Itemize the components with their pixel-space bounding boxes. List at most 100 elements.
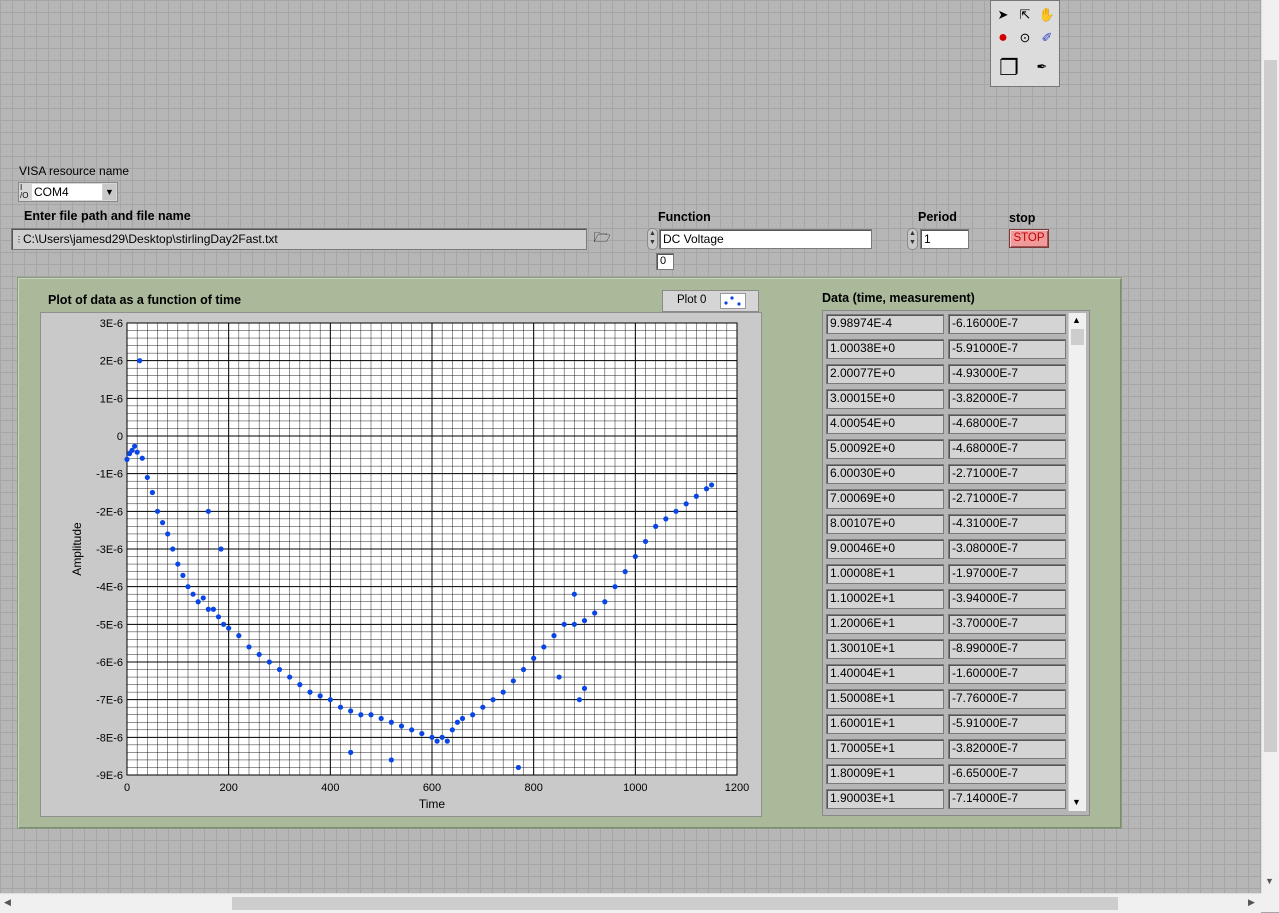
function-spinner[interactable]: ▲ ▼: [647, 228, 658, 250]
y-tick-label: 0: [117, 431, 123, 443]
horizontal-scroll-thumb[interactable]: [232, 897, 1118, 910]
waveform-chart: 0 200 400 600 800 1000 1200 3E-6 2E-6 1E-6 0 -1E-6 -…: [40, 312, 762, 817]
table-cell-time[interactable]: 1.00008E+1: [826, 564, 944, 584]
table-cell-time[interactable]: 1.80009E+1: [826, 764, 944, 784]
operate-icon[interactable]: ➤: [993, 5, 1013, 25]
table-cell-time[interactable]: 1.40004E+1: [826, 664, 944, 684]
breakpoint-icon[interactable]: ●: [993, 28, 1013, 48]
scroll-right-arrow-icon[interactable]: ▶: [1248, 897, 1255, 908]
table-cell-measurement[interactable]: -6.16000E-7: [948, 314, 1066, 334]
filepath-input[interactable]: ⋮C:\Users\jamesd29\Desktop\stirlingDay2F…: [11, 228, 587, 250]
table-cell-time[interactable]: 6.00030E+0: [826, 464, 944, 484]
function-index: 0: [656, 253, 674, 270]
table-cell-measurement[interactable]: -4.68000E-7: [948, 414, 1066, 434]
x-axis-label: Time: [419, 797, 446, 811]
scroll-left-arrow-icon[interactable]: ◀: [4, 897, 11, 908]
table-cell-time[interactable]: 8.00107E+0: [826, 514, 944, 534]
stop-button[interactable]: STOP: [1009, 229, 1049, 248]
table-cell-time[interactable]: 1.20006E+1: [826, 614, 944, 634]
horizontal-scrollbar[interactable]: ◀ ▶: [0, 893, 1261, 913]
table-cell-measurement[interactable]: -8.99000E-7: [948, 639, 1066, 659]
data-point: [388, 757, 394, 763]
table-cell-measurement[interactable]: -7.14000E-7: [948, 789, 1066, 809]
table-cell-measurement[interactable]: -7.76000E-7: [948, 689, 1066, 709]
dropdown-arrow-icon[interactable]: ▼: [103, 184, 116, 200]
data-point: [368, 712, 374, 718]
stop-label: stop: [1009, 211, 1036, 225]
table-cell-measurement[interactable]: -2.71000E-7: [948, 489, 1066, 509]
vertical-scroll-thumb[interactable]: [1264, 60, 1277, 752]
scroll-up-icon[interactable]: ▲: [1072, 315, 1081, 325]
table-cell-time[interactable]: 1.30010E+1: [826, 639, 944, 659]
table-cell-time[interactable]: 1.50008E+1: [826, 689, 944, 709]
data-point: [317, 693, 323, 699]
table-cell-measurement[interactable]: -4.31000E-7: [948, 514, 1066, 534]
data-point: [444, 738, 450, 744]
table-cell-measurement[interactable]: -1.60000E-7: [948, 664, 1066, 684]
browse-folder-icon[interactable]: 🗁: [591, 227, 613, 247]
period-spinner[interactable]: ▲ ▼: [907, 228, 918, 250]
data-point: [327, 697, 333, 703]
data-point: [510, 678, 516, 684]
table-cell-measurement[interactable]: -5.91000E-7: [948, 714, 1066, 734]
table-cell-time[interactable]: 1.00038E+0: [826, 339, 944, 359]
function-ring[interactable]: DC Voltage: [659, 229, 872, 249]
table-cell-measurement[interactable]: -1.97000E-7: [948, 564, 1066, 584]
table-cell-time[interactable]: 4.00054E+0: [826, 414, 944, 434]
visa-resource-control[interactable]: I/O COM4 ▼: [18, 182, 118, 202]
vertical-scrollbar[interactable]: ▼: [1261, 0, 1279, 893]
path-type-icon: ⋮: [15, 234, 23, 244]
set-color-icon[interactable]: ❐: [993, 53, 1025, 83]
data-point: [556, 674, 562, 680]
position-tool-icon[interactable]: ⇱: [1015, 5, 1035, 25]
table-cell-measurement[interactable]: -3.94000E-7: [948, 589, 1066, 609]
table-cell-measurement[interactable]: -2.71000E-7: [948, 464, 1066, 484]
data-point: [693, 493, 699, 499]
data-point: [551, 633, 557, 639]
data-point: [622, 569, 628, 575]
table-cell-time[interactable]: 3.00015E+0: [826, 389, 944, 409]
data-point: [348, 708, 354, 714]
table-scroll-thumb[interactable]: [1071, 329, 1084, 345]
probe-icon[interactable]: ⊙: [1015, 28, 1035, 48]
table-cell-time[interactable]: 1.10002E+1: [826, 589, 944, 609]
table-cell-time[interactable]: 1.90003E+1: [826, 789, 944, 809]
hand-icon[interactable]: ✋: [1037, 5, 1057, 25]
data-point: [520, 666, 527, 673]
table-cell-measurement[interactable]: -4.93000E-7: [948, 364, 1066, 384]
table-cell-time[interactable]: 1.70005E+1: [826, 739, 944, 759]
table-scrollbar[interactable]: ▲ ▼: [1068, 313, 1086, 811]
table-cell-time[interactable]: 9.98974E-4: [826, 314, 944, 334]
table-cell-time[interactable]: 1.60001E+1: [826, 714, 944, 734]
paintbrush-icon[interactable]: ✒: [1031, 57, 1053, 77]
y-tick-label: -4E-6: [96, 582, 123, 594]
data-point: [388, 719, 394, 725]
filepath-label: Enter file path and file name: [24, 209, 191, 223]
scroll-down-arrow-icon[interactable]: ▼: [1265, 876, 1274, 886]
table-cell-measurement[interactable]: -3.70000E-7: [948, 614, 1066, 634]
data-point: [205, 606, 211, 612]
scroll-down-icon[interactable]: ▼: [1072, 797, 1081, 807]
table-cell-measurement[interactable]: -3.82000E-7: [948, 739, 1066, 759]
data-point: [434, 738, 440, 744]
color-picker-icon[interactable]: ✐: [1037, 28, 1057, 48]
table-cell-time[interactable]: 9.00046E+0: [826, 539, 944, 559]
plot-legend[interactable]: Plot 0: [662, 290, 759, 312]
table-cell-measurement[interactable]: -3.08000E-7: [948, 539, 1066, 559]
data-point: [470, 712, 476, 718]
y-tick-label: -2E-6: [96, 506, 123, 518]
data-point: [708, 482, 715, 488]
data-point: [703, 486, 710, 492]
table-cell-measurement[interactable]: -6.65000E-7: [948, 764, 1066, 784]
table-cell-measurement[interactable]: -3.82000E-7: [948, 389, 1066, 409]
table-cell-measurement[interactable]: -4.68000E-7: [948, 439, 1066, 459]
table-cell-time[interactable]: 2.00077E+0: [826, 364, 944, 384]
period-input[interactable]: 1: [920, 229, 969, 249]
data-point: [490, 697, 496, 703]
table-cell-time[interactable]: 5.00092E+0: [826, 439, 944, 459]
data-point: [124, 456, 130, 462]
data-point: [220, 621, 227, 627]
table-cell-time[interactable]: 7.00069E+0: [826, 489, 944, 509]
data-point: [642, 538, 649, 545]
table-cell-measurement[interactable]: -5.91000E-7: [948, 339, 1066, 359]
